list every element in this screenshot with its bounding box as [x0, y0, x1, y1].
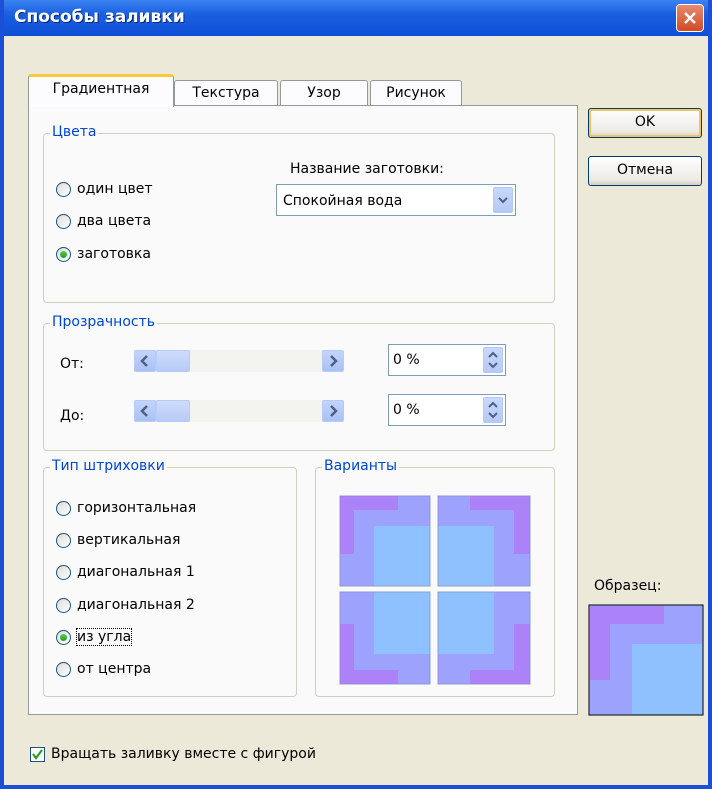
spinner-arrows-icon[interactable]	[483, 397, 503, 423]
radio-label: два цвета	[77, 213, 152, 229]
variants-grid	[339, 495, 531, 685]
from-spinner[interactable]: 0 %	[388, 344, 506, 376]
radio-circle-selected	[56, 246, 71, 262]
rotate-with-shape-checkbox[interactable]: Вращать заливку вместе с фигурой	[30, 746, 316, 762]
radio-two-colors[interactable]: два цвета	[56, 213, 151, 229]
radio-circle	[56, 564, 71, 580]
variant-1[interactable]	[339, 495, 431, 587]
tab-pattern[interactable]: Узор	[280, 80, 368, 106]
radio-label: заготовка	[77, 246, 151, 262]
from-value: 0 %	[393, 352, 420, 368]
tab-texture[interactable]: Текстура	[174, 80, 278, 106]
radio-circle-selected	[56, 629, 71, 645]
tab-label: Рисунок	[386, 85, 446, 101]
variant-2[interactable]	[437, 495, 531, 587]
variants-legend: Варианты	[322, 458, 400, 474]
radio-circle	[56, 500, 71, 516]
close-button[interactable]	[676, 4, 704, 32]
radio-label: диагональная 1	[77, 564, 195, 580]
fill-effects-dialog: Способы заливки Градиентная Текстура Узо…	[0, 0, 712, 789]
shading-styles-group: Тип штриховки горизонтальная вертикальна…	[43, 458, 297, 697]
slider-thumb[interactable]	[156, 400, 190, 422]
transparency-group: Прозрачность От: 0 % До: 0 %	[43, 314, 555, 451]
from-label: От:	[60, 356, 84, 372]
radio-circle	[56, 661, 71, 677]
cancel-button[interactable]: Отмена	[588, 156, 702, 186]
colors-group: Цвета один цвет два цвета заготовка Назв…	[43, 124, 555, 303]
sample-preview	[588, 604, 704, 716]
variant-4[interactable]	[437, 591, 531, 685]
tab-picture[interactable]: Рисунок	[370, 80, 462, 106]
preset-name-label: Название заготовки:	[290, 161, 444, 177]
variant-3[interactable]	[339, 591, 431, 685]
dialog-title: Способы заливки	[14, 7, 185, 27]
radio-from-center[interactable]: от центра	[56, 661, 151, 677]
radio-vertical[interactable]: вертикальная	[56, 532, 180, 548]
slider-thumb[interactable]	[156, 350, 190, 372]
checkmark-icon	[32, 748, 43, 760]
colors-legend: Цвета	[50, 124, 99, 140]
tab-gradient[interactable]: Градиентная	[28, 74, 174, 107]
slider-left-button[interactable]	[134, 350, 156, 372]
close-icon	[684, 12, 696, 24]
from-slider[interactable]	[134, 350, 344, 372]
radio-circle	[56, 181, 71, 197]
to-slider[interactable]	[134, 400, 344, 422]
radio-horizontal[interactable]: горизонтальная	[56, 500, 196, 516]
sample-label: Образец:	[594, 578, 662, 594]
radio-one-color[interactable]: один цвет	[56, 181, 153, 197]
preset-name-value: Спокойная вода	[283, 193, 403, 209]
checkbox-label: Вращать заливку вместе с фигурой	[51, 746, 316, 762]
shading-styles-legend: Тип штриховки	[50, 458, 167, 474]
chevron-down-icon[interactable]	[493, 187, 513, 213]
radio-circle	[56, 213, 71, 229]
ok-button[interactable]: OK	[588, 108, 702, 138]
title-bar[interactable]: Способы заливки	[4, 0, 708, 36]
tab-panel: Цвета один цвет два цвета заготовка Назв…	[28, 105, 578, 715]
radio-label: горизонтальная	[77, 500, 197, 516]
to-spinner[interactable]: 0 %	[388, 394, 506, 426]
ok-label: OK	[634, 114, 656, 130]
radio-preset[interactable]: заготовка	[56, 246, 151, 262]
radio-circle	[56, 532, 71, 548]
checkbox-box	[30, 746, 45, 762]
radio-label: диагональная 2	[77, 597, 195, 613]
radio-label: один цвет	[77, 181, 153, 197]
radio-label: от центра	[77, 661, 152, 677]
to-value: 0 %	[393, 402, 420, 418]
preset-name-dropdown[interactable]: Спокойная вода	[276, 184, 516, 216]
spinner-arrows-icon[interactable]	[483, 347, 503, 373]
radio-label: вертикальная	[77, 532, 181, 548]
slider-right-button[interactable]	[322, 350, 344, 372]
cancel-label: Отмена	[616, 162, 674, 178]
radio-diagonal-1[interactable]: диагональная 1	[56, 564, 195, 580]
to-label: До:	[60, 408, 85, 424]
radio-diagonal-2[interactable]: диагональная 2	[56, 597, 195, 613]
tab-label: Градиентная	[52, 81, 150, 97]
slider-left-button[interactable]	[134, 400, 156, 422]
slider-right-button[interactable]	[322, 400, 344, 422]
radio-from-corner[interactable]: из угла	[56, 628, 133, 646]
radio-label: из угла	[75, 628, 133, 646]
transparency-legend: Прозрачность	[50, 314, 157, 330]
tab-label: Текстура	[192, 85, 260, 101]
tab-label: Узор	[307, 85, 341, 101]
variants-group: Варианты	[315, 458, 555, 697]
radio-circle	[56, 597, 71, 613]
